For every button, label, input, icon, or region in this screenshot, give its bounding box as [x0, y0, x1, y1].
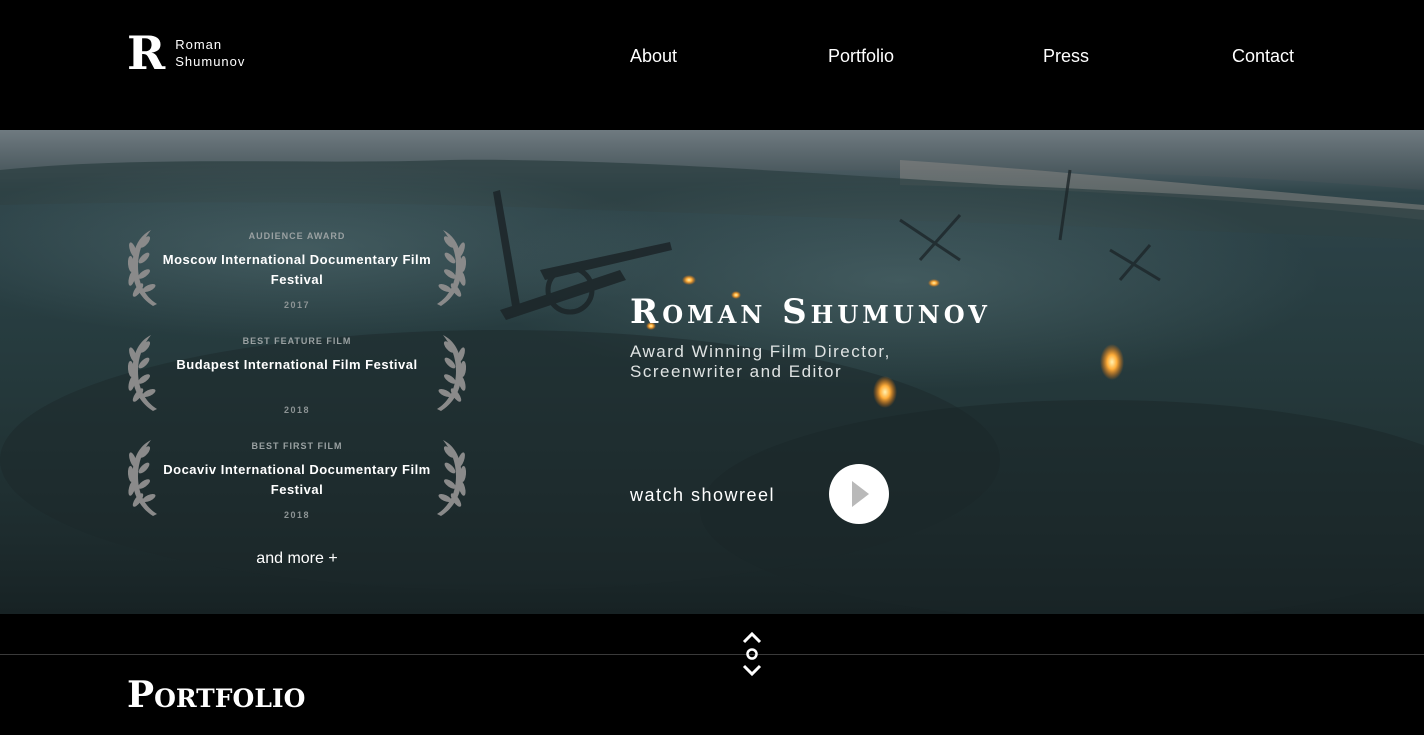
award-festival-name: Docaviv International Documentary Film F… — [163, 462, 431, 497]
watch-showreel-label[interactable]: watch showreel — [630, 485, 775, 506]
award-category: Audience Award — [248, 231, 346, 241]
logo-line-1: Roman — [175, 37, 223, 52]
logo[interactable]: R Roman Shumunov — [127, 30, 245, 76]
nav-about[interactable]: About — [630, 46, 677, 67]
award-festival-name: Budapest International Film Festival — [176, 357, 418, 372]
award-year: 2018 — [283, 510, 311, 520]
nav-press[interactable]: Press — [1043, 46, 1089, 67]
scroll-navigator — [741, 630, 763, 680]
section-divider — [0, 654, 1424, 655]
chevron-down-icon[interactable] — [742, 664, 762, 677]
hero-subtitle: Award Winning Film Director, Screenwrite… — [630, 342, 891, 381]
and-more-link[interactable]: and more + — [127, 550, 467, 568]
nav-portfolio[interactable]: Portfolio — [828, 46, 894, 67]
logo-line-2: Shumunov — [175, 54, 246, 69]
hero-section: Audience Award Moscow International Docu… — [0, 130, 1424, 614]
scroll-nav-graphic — [742, 631, 762, 677]
award-category: Best First Film — [251, 441, 343, 451]
site-header: R Roman Shumunov About Portfolio Press C… — [0, 0, 1424, 130]
logo-text: Roman Shumunov — [175, 36, 245, 70]
hero-title: Roman Shumunov — [630, 292, 991, 332]
award-item: Best Feature Film Budapest International… — [127, 335, 467, 415]
award-item: Audience Award Moscow International Docu… — [127, 230, 467, 310]
laurel-left-icon — [127, 335, 157, 411]
award-item: Best First Film Docaviv International Do… — [127, 440, 467, 520]
nav-contact[interactable]: Contact — [1232, 46, 1294, 67]
award-festival-name: Moscow International Documentary Film Fe… — [162, 252, 432, 287]
portfolio-section-title: Portfolio — [127, 674, 306, 716]
award-year: 2017 — [283, 300, 311, 310]
chevron-up-icon[interactable] — [742, 631, 762, 644]
award-category: Best Feature Film — [242, 336, 352, 346]
play-showreel-button[interactable] — [829, 464, 889, 524]
play-icon — [852, 481, 869, 507]
circle-icon[interactable] — [746, 648, 758, 660]
award-year: 2018 — [283, 405, 311, 415]
laurel-right-icon — [437, 335, 467, 411]
logo-mark: R — [127, 26, 166, 80]
